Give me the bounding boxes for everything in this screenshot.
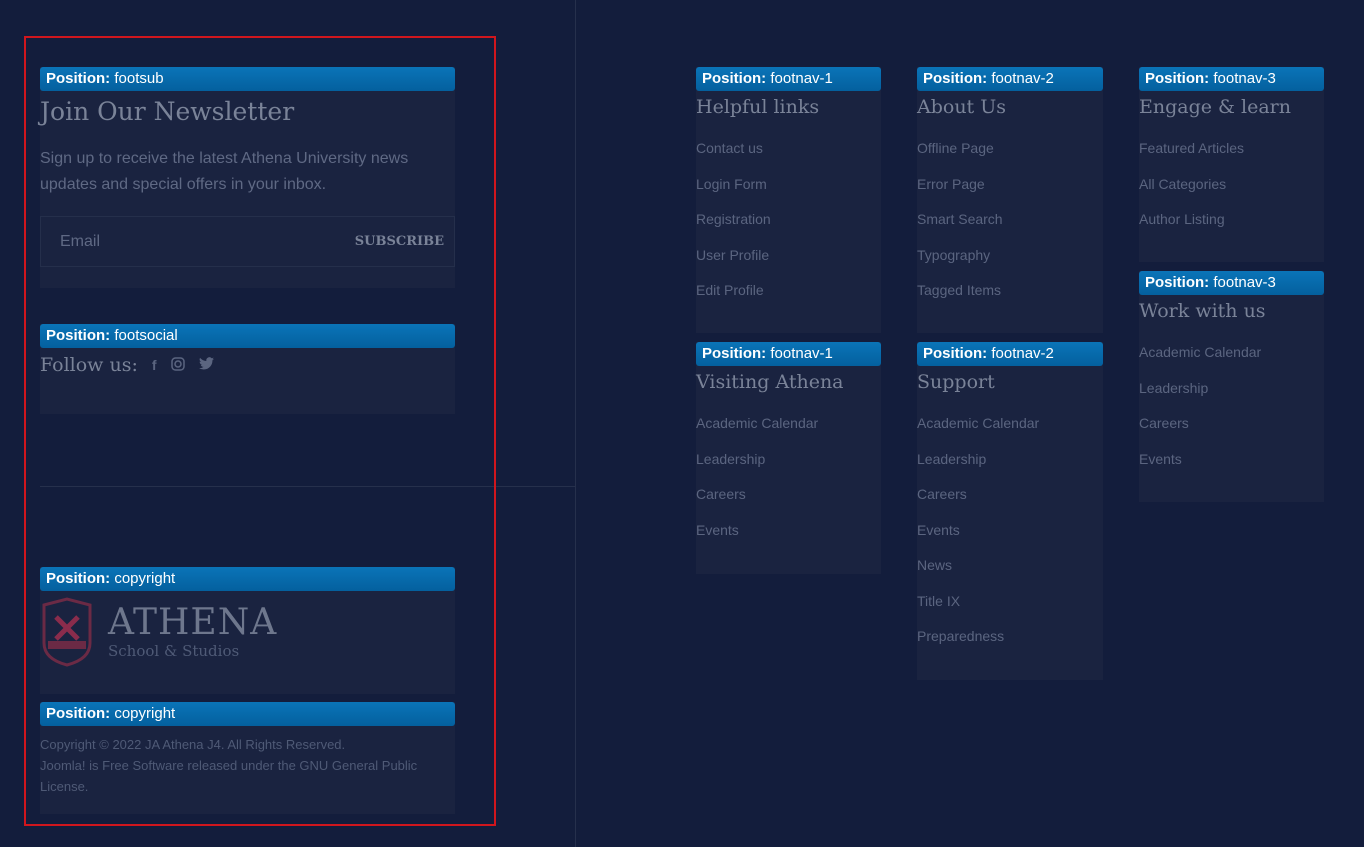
nav-link[interactable]: Academic Calendar [696, 413, 881, 449]
subscribe-form: SUBSCRIBE [40, 216, 455, 267]
athena-logo[interactable]: ATHENA School & Studios [40, 597, 455, 667]
social-module: Position: footsocial Follow us: f [40, 324, 455, 414]
nav-link[interactable]: Leadership [1139, 378, 1324, 414]
nav-link[interactable]: Events [696, 520, 881, 556]
position-label: Position: footsocial [40, 324, 455, 348]
footnav-module: Position: footnav-1 Helpful links Contact … [696, 67, 881, 333]
position-label: Position: copyright [40, 702, 455, 726]
footnav-module: Position: footnav-2 About Us Offline Page E… [917, 67, 1103, 333]
nav-link[interactable]: Academic Calendar [1139, 342, 1324, 378]
nav-title: Support [917, 371, 995, 393]
footnav-module: Position: footnav-1 Visiting Athena Academ… [696, 342, 881, 574]
nav-link[interactable]: Careers [1139, 413, 1324, 449]
footnav-module: Position: footnav-3 Work with us Academic … [1139, 271, 1324, 502]
instagram-icon[interactable] [170, 356, 185, 374]
nav-link[interactable]: Careers [696, 484, 881, 520]
nav-title: Visiting Athena [696, 371, 844, 393]
university-badge-icon [42, 597, 92, 667]
column-divider [575, 0, 576, 847]
logo-name: ATHENA [108, 602, 278, 643]
nav-link[interactable]: Contact us [696, 138, 881, 174]
newsletter-module: Position: footsub Join Our Newsletter Si… [40, 67, 455, 288]
position-label: Position: copyright [40, 567, 455, 591]
nav-link[interactable]: Leadership [917, 449, 1103, 485]
nav-link[interactable]: Careers [917, 484, 1103, 520]
nav-link[interactable]: Events [917, 520, 1103, 556]
logo-module: Position: copyright ATHENA School & Stud… [40, 567, 455, 694]
logo-tagline: School & Studios [108, 642, 240, 660]
copyright-text: Copyright © 2022 JA Athena J4. All Right… [40, 737, 418, 794]
nav-link[interactable]: Tagged Items [917, 280, 1103, 316]
footnav-module: Position: footnav-2 Support Academic Calen… [917, 342, 1103, 680]
position-label: Position: footnav-1 [696, 67, 881, 91]
nav-link[interactable]: Edit Profile [696, 280, 881, 316]
nav-link[interactable]: Featured Articles [1139, 138, 1324, 174]
nav-link[interactable]: News [917, 555, 1103, 591]
nav-link[interactable]: Leadership [696, 449, 881, 485]
nav-title: About Us [917, 96, 1006, 118]
nav-title: Work with us [1139, 300, 1266, 322]
twitter-icon[interactable] [198, 357, 214, 373]
nav-link[interactable]: Login Form [696, 174, 881, 210]
position-label: Position: footnav-3 [1139, 67, 1324, 91]
nav-title: Engage & learn [1139, 96, 1291, 118]
copyright-module: Position: copyright Copyright © 2022 JA … [40, 702, 455, 814]
nav-link[interactable]: Events [1139, 449, 1324, 485]
newsletter-description: Sign up to receive the latest Athena Uni… [40, 150, 409, 193]
nav-link[interactable]: All Categories [1139, 174, 1324, 210]
nav-link[interactable]: Typography [917, 245, 1103, 281]
position-label: Position: footnav-2 [917, 67, 1103, 91]
nav-link[interactable]: Registration [696, 209, 881, 245]
facebook-icon[interactable]: f [152, 357, 157, 373]
follow-us-label: Follow us: [40, 354, 138, 376]
nav-link[interactable]: Preparedness [917, 626, 1103, 662]
nav-link[interactable]: Academic Calendar [917, 413, 1103, 449]
nav-link[interactable]: Error Page [917, 174, 1103, 210]
position-label: Position: footnav-1 [696, 342, 881, 366]
footnav-module: Position: footnav-3 Engage & learn Feature… [1139, 67, 1324, 262]
nav-link[interactable]: Offline Page [917, 138, 1103, 174]
newsletter-title: Join Our Newsletter [40, 97, 295, 126]
subscribe-button[interactable]: SUBSCRIBE [355, 234, 444, 249]
nav-title: Helpful links [696, 96, 820, 118]
position-label: Position: footnav-3 [1139, 271, 1324, 295]
position-label: Position: footnav-2 [917, 342, 1103, 366]
nav-link[interactable]: Smart Search [917, 209, 1103, 245]
nav-link[interactable]: Title IX [917, 591, 1103, 627]
nav-link[interactable]: Author Listing [1139, 209, 1324, 245]
position-label: Position: footsub [40, 67, 455, 91]
nav-link[interactable]: User Profile [696, 245, 881, 281]
email-input[interactable] [60, 232, 310, 251]
